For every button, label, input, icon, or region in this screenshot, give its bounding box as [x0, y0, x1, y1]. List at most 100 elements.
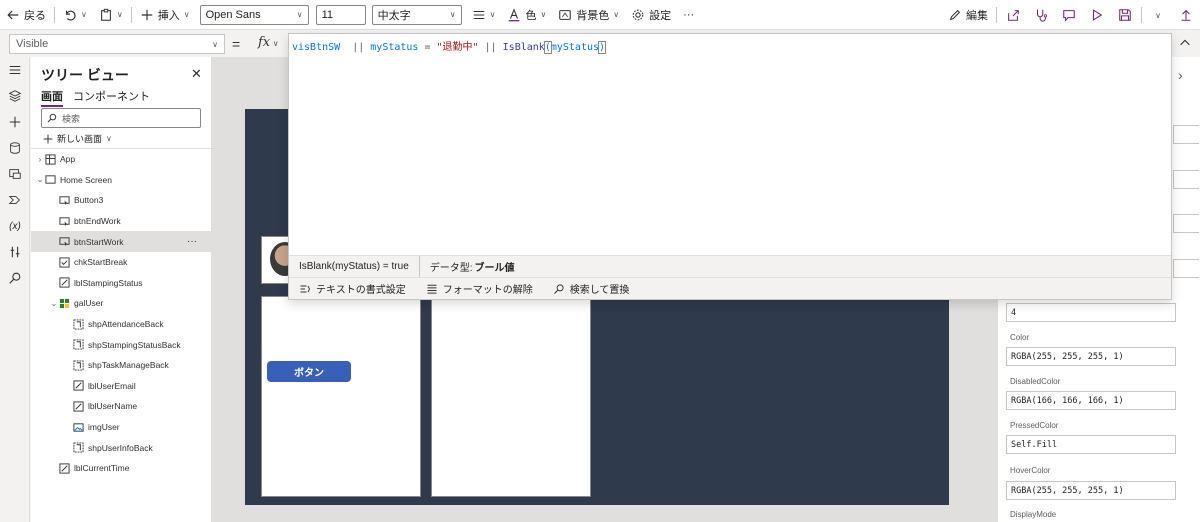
font-size-input[interactable]: 11: [315, 4, 366, 25]
font-family-select[interactable]: Open Sans ∨: [199, 4, 309, 25]
chevron-up-icon: [1180, 39, 1190, 46]
collapse-formula-button[interactable]: [1178, 36, 1192, 53]
pressed-color-field[interactable]: Self.Fill: [1006, 435, 1176, 454]
share-icon: [1008, 10, 1019, 21]
formula-code[interactable]: visBtnSW || myStatus = "退勤中" || IsBlank(…: [292, 38, 607, 54]
chevron-down-icon: ∨: [613, 10, 620, 19]
app-checker-button[interactable]: [1027, 0, 1055, 30]
layers-icon: [8, 90, 22, 102]
tree-search-input[interactable]: 検索: [41, 108, 201, 128]
hover-color-field[interactable]: RGBA(255, 255, 255, 1): [1006, 481, 1176, 500]
preview-button[interactable]: [1083, 0, 1111, 30]
tree-item-imguser[interactable]: imgUser: [31, 417, 211, 438]
find-replace-label: 検索して置換: [569, 285, 630, 296]
tree-item-home-screen[interactable]: ⌄ Home Screen: [31, 170, 211, 191]
disabled-color-label: DisabledColor: [1010, 377, 1061, 386]
share-button[interactable]: [999, 0, 1027, 30]
more-icon[interactable]: ···: [187, 236, 197, 247]
rail-insert-button[interactable]: [0, 109, 30, 135]
undo-button[interactable]: ∨: [57, 0, 93, 30]
token-variable: myStatus: [550, 42, 600, 53]
rail-menu-button[interactable]: [0, 57, 30, 83]
comments-button[interactable]: [1055, 0, 1083, 30]
paste-button[interactable]: ∨: [93, 0, 129, 30]
tree-item-shpattendanceback[interactable]: shpAttendanceBack: [31, 314, 211, 335]
property-value-field[interactable]: 4: [1006, 303, 1176, 322]
edit-label: 編集: [966, 10, 988, 22]
back-label: 戻る: [24, 9, 46, 22]
tree-tabs: 画面 コンポーネント: [41, 88, 150, 107]
property-field[interactable]: [1173, 259, 1199, 278]
tab-screens[interactable]: 画面: [41, 88, 63, 107]
property-field[interactable]: [1173, 170, 1199, 189]
formula-editor[interactable]: visBtnSW || myStatus = "退勤中" || IsBlank(…: [288, 33, 1172, 300]
tree-item-lblusername[interactable]: lblUserName: [31, 396, 211, 417]
property-field[interactable]: [1173, 125, 1199, 144]
insert-button[interactable]: 挿入 ∨: [134, 0, 196, 30]
chevron-right-icon[interactable]: ›: [1178, 67, 1183, 83]
stethoscope-icon: [1036, 9, 1047, 22]
rail-power-automate-button[interactable]: [0, 187, 30, 213]
play-icon: [1092, 9, 1103, 21]
close-icon[interactable]: ✕: [191, 66, 202, 82]
tree-item-chkstartbreak[interactable]: chkStartBreak: [31, 252, 211, 273]
find-replace-button[interactable]: 検索して置換: [553, 281, 630, 296]
tree-item-label: btnEndWork: [74, 216, 121, 227]
divider: [130, 6, 132, 23]
format-text-button[interactable]: テキストの書式設定: [299, 281, 406, 296]
font-family-value: Open Sans: [205, 8, 261, 21]
chevron-right-icon: ›: [38, 154, 42, 164]
save-icon: [1119, 9, 1131, 21]
tree-item-galuser[interactable]: ⌄ galUser: [31, 293, 211, 314]
tree-item-btnstartwork[interactable]: btnStartWork ···: [31, 231, 211, 252]
tree-item-shpstampingstatusback[interactable]: shpStampingStatusBack: [31, 334, 211, 355]
font-weight-select[interactable]: 中太字 ∨: [371, 4, 462, 25]
token-operator: =: [418, 42, 437, 53]
more-icon: ···: [683, 8, 695, 21]
tree-item-label: Button3: [74, 195, 104, 206]
back-button[interactable]: 戻る: [0, 0, 52, 30]
color-field[interactable]: RGBA(255, 255, 255, 1): [1006, 347, 1176, 366]
shape-icon: [73, 360, 84, 371]
tree-item-app[interactable]: › App: [31, 149, 211, 170]
rail-variables-button[interactable]: (x): [0, 213, 30, 239]
tree-item-lblstampingstatus[interactable]: lblStampingStatus: [31, 273, 211, 294]
tree-item-label: imgUser: [88, 422, 120, 433]
fx-button[interactable]: fx ∨: [258, 35, 279, 50]
tree-item-lbluseremail[interactable]: lblUserEmail: [31, 376, 211, 397]
label-icon: [73, 380, 84, 391]
save-options-button[interactable]: ∨: [1144, 0, 1172, 30]
task-card[interactable]: [431, 296, 591, 497]
tree-item-lblcurrenttime[interactable]: lblCurrentTime: [31, 458, 211, 479]
tree-item-shptaskmanageback[interactable]: shpTaskManageBack: [31, 355, 211, 376]
settings-button[interactable]: 設定: [625, 0, 677, 30]
tree-item-label: shpTaskManageBack: [88, 360, 169, 371]
attendance-card[interactable]: [261, 296, 421, 497]
rail-advanced-tools-button[interactable]: [0, 239, 30, 265]
rail-media-button[interactable]: [0, 161, 30, 187]
rail-search-button[interactable]: [0, 265, 30, 291]
save-button[interactable]: [1111, 0, 1139, 30]
tree-item-btnendwork[interactable]: btnEndWork: [31, 211, 211, 232]
remove-format-button[interactable]: フォーマットの解除: [426, 281, 533, 296]
more-button[interactable]: ···: [677, 0, 700, 30]
align-button[interactable]: ∨: [466, 0, 502, 30]
disabled-color-field[interactable]: RGBA(166, 166, 166, 1): [1006, 391, 1176, 410]
edit-button[interactable]: 編集: [942, 0, 994, 30]
rail-tree-view-button[interactable]: [0, 83, 30, 109]
tree-item-label: chkStartBreak: [74, 257, 128, 268]
publish-button[interactable]: [1172, 0, 1200, 30]
app-button[interactable]: ボタン: [267, 361, 351, 382]
new-screen-button[interactable]: 新しい画面 ∨: [43, 132, 112, 145]
property-field[interactable]: [1173, 214, 1199, 233]
tree-item-button3[interactable]: Button3: [31, 190, 211, 211]
color-button[interactable]: 色 ∨: [501, 0, 552, 30]
tab-components[interactable]: コンポーネント: [73, 88, 150, 107]
background-color-button[interactable]: 背景色 ∨: [552, 0, 625, 30]
chevron-down-icon: ∨: [183, 10, 190, 19]
token-operator: ||: [478, 42, 503, 53]
format-text-icon: [300, 285, 311, 292]
rail-data-button[interactable]: [0, 135, 30, 161]
tree-item-shpuserinfoback[interactable]: shpUserInfoBack: [31, 437, 211, 458]
property-select[interactable]: Visible ∨: [9, 34, 225, 54]
